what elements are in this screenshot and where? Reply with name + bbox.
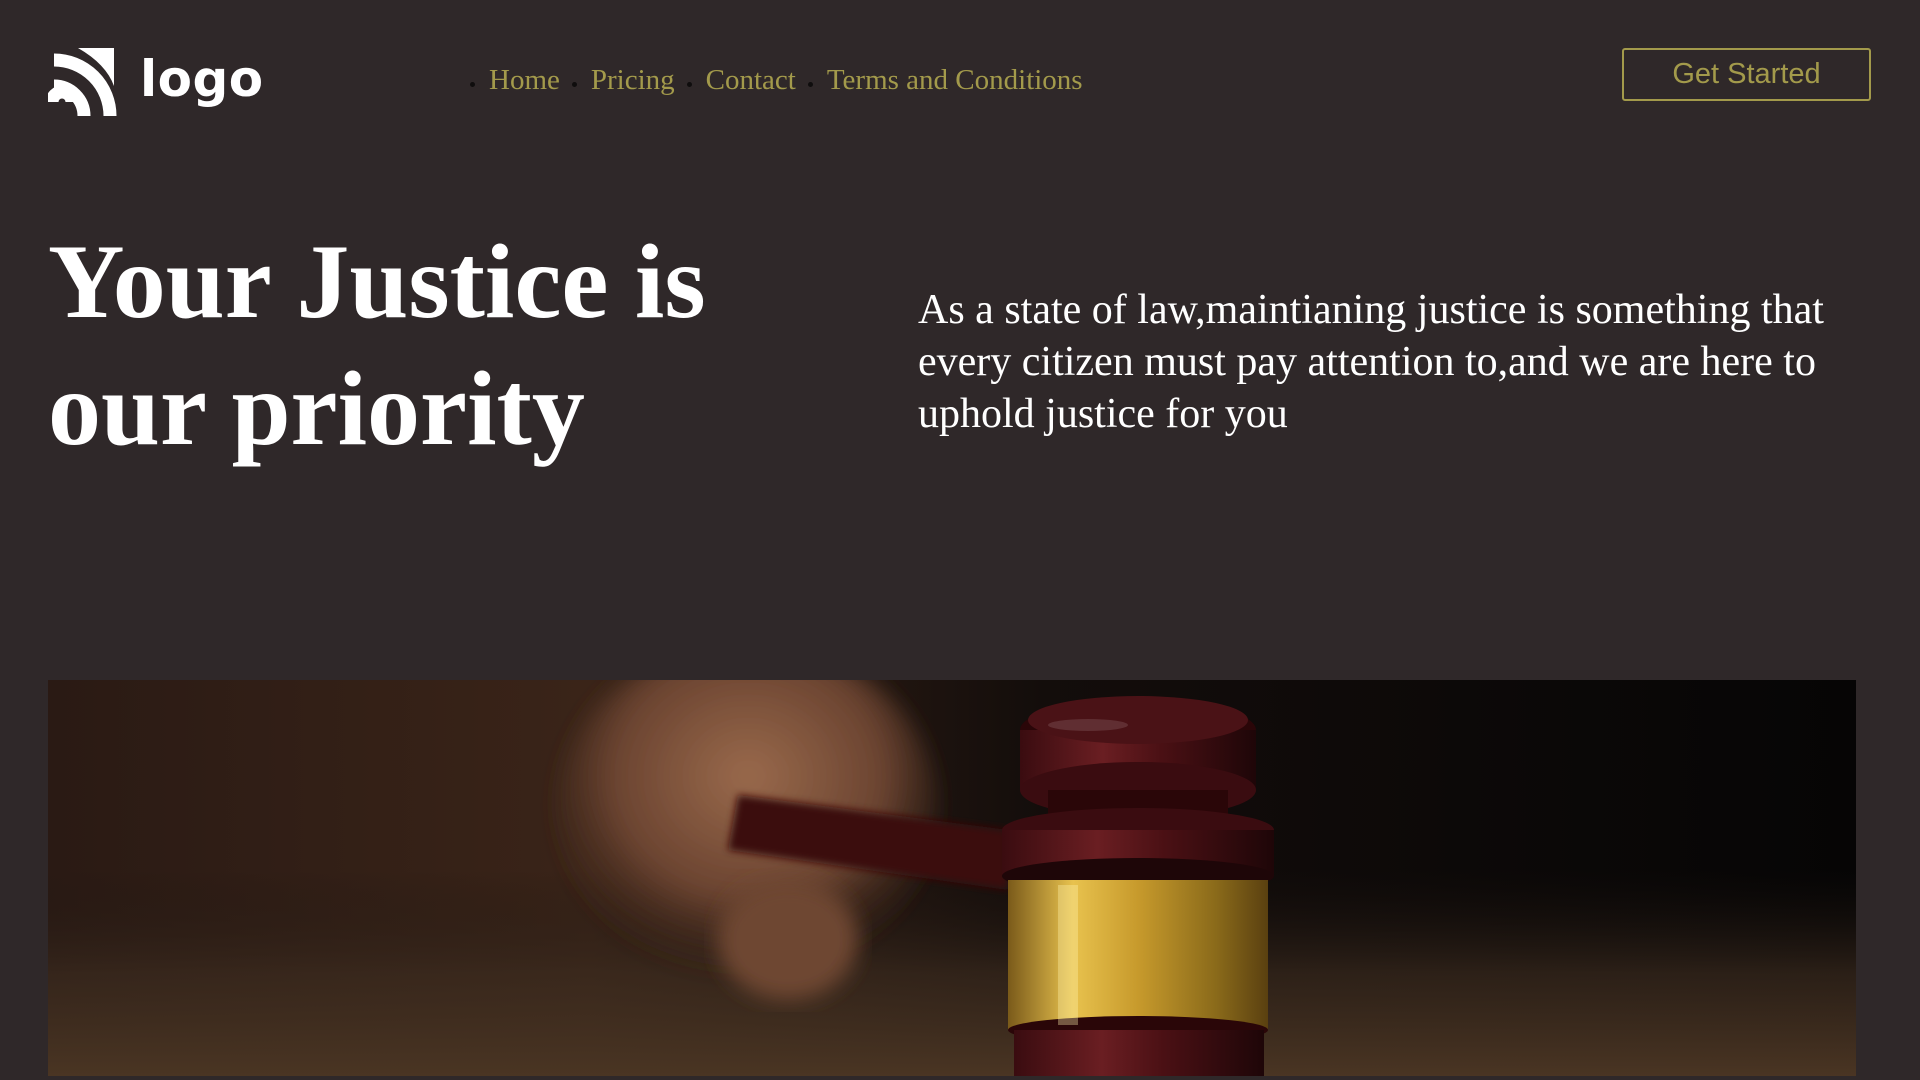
hero-description: As a state of law,maintianing justice is… (918, 287, 1824, 437)
nav-link-contact[interactable]: Contact (706, 66, 796, 95)
hero-title-line-1: Your Justice is (48, 223, 706, 340)
logo[interactable]: logo (48, 44, 264, 120)
nav-link-home[interactable]: Home (489, 66, 560, 95)
main-nav: Home Pricing Contact Terms and Condition… (470, 66, 1095, 95)
nav-link-terms[interactable]: Terms and Conditions (827, 66, 1083, 95)
nav-item-terms: Terms and Conditions (807, 66, 1083, 95)
hero-title: Your Justice is our priority (48, 218, 868, 472)
gavel-photo (48, 680, 1856, 1076)
bullet-icon (571, 82, 577, 87)
nav-link-pricing[interactable]: Pricing (591, 66, 675, 95)
bullet-icon (470, 82, 475, 87)
hero-gavel-image (48, 680, 1856, 1076)
hero-title-line-2: our priority (48, 350, 585, 467)
nav-item-pricing: Pricing (571, 66, 675, 95)
nav-item-contact: Contact (686, 66, 796, 95)
bullet-icon (807, 82, 813, 87)
bullet-icon (686, 82, 692, 87)
logo-text: logo (140, 50, 264, 108)
nav-item-home: Home (470, 66, 560, 95)
get-started-button[interactable]: Get Started (1622, 48, 1871, 101)
logo-arcs-icon (48, 48, 117, 117)
